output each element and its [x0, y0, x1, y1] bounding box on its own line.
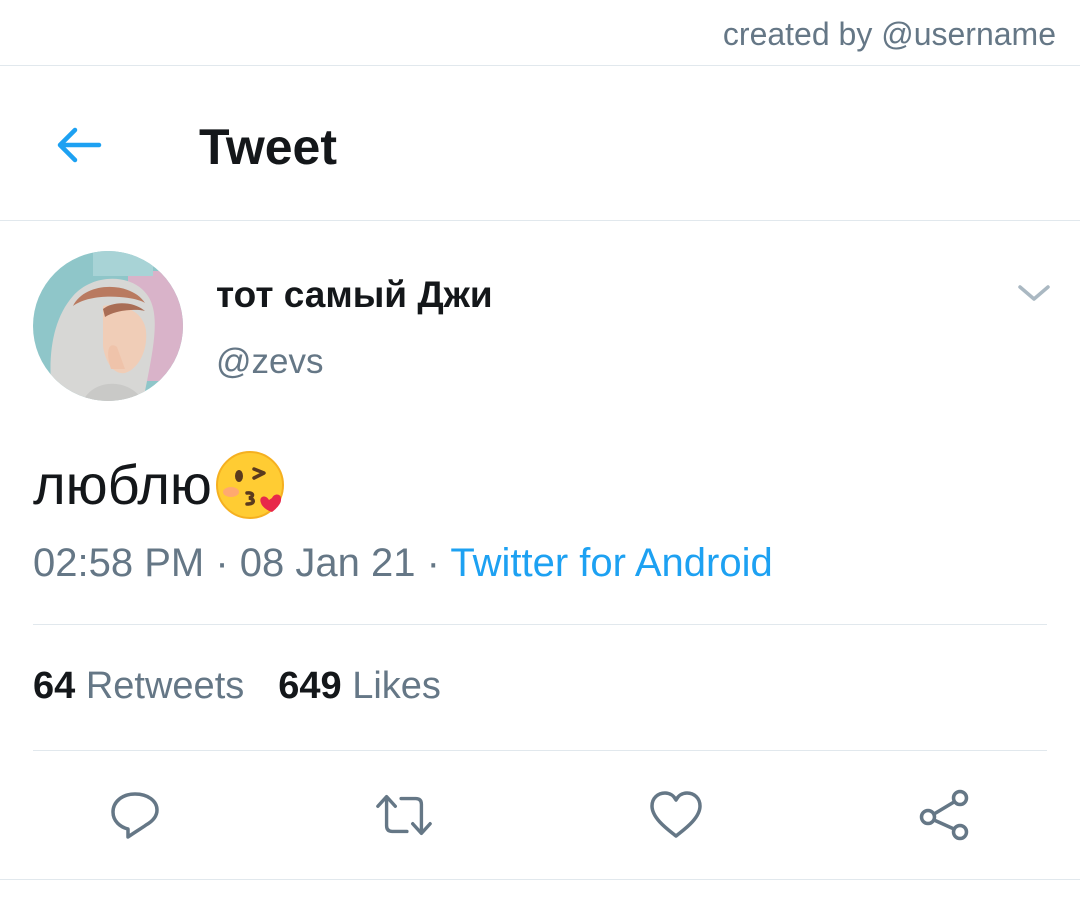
likes-label: Likes [352, 665, 441, 707]
tweet-date: 08 Jan 21 [239, 541, 416, 585]
display-name[interactable]: тот самый Джи [216, 274, 493, 316]
likes-stat[interactable]: 649 Likes [278, 665, 441, 707]
like-button[interactable] [646, 785, 706, 845]
tweet-menu-button[interactable] [1012, 276, 1056, 310]
back-button[interactable] [46, 118, 110, 172]
tweet-header: Tweet [0, 66, 1080, 221]
chevron-down-icon [1018, 285, 1050, 301]
likes-count: 649 [278, 665, 342, 707]
reply-button[interactable] [105, 785, 165, 845]
share-icon [919, 789, 969, 841]
tweet-actions [0, 751, 1080, 879]
reply-icon [111, 792, 159, 839]
tweet-time: 02:58 PM [33, 541, 205, 585]
tweet-meta: 02:58 PM · 08 Jan 21 · Twitter for Andro… [33, 541, 773, 586]
retweets-label: Retweets [85, 665, 245, 707]
share-button[interactable] [914, 785, 974, 845]
tweet-body: люблю [33, 452, 212, 516]
tweet-text: люблю [33, 448, 286, 520]
divider [0, 879, 1080, 880]
user-handle[interactable]: @zevs [216, 342, 324, 382]
face-blowing-kiss-emoji [215, 451, 284, 519]
page-title: Tweet [199, 119, 337, 175]
retweets-count: 64 [33, 665, 76, 707]
avatar[interactable] [33, 251, 183, 401]
meta-separator: · [426, 541, 440, 585]
like-icon [650, 791, 702, 838]
tweet-stats: 64 Retweets 649 Likes [33, 665, 441, 708]
arrow-left-icon [57, 127, 102, 163]
retweet-icon [376, 794, 432, 836]
credit-bar: created by @username [0, 0, 1080, 66]
tweet-source-link[interactable]: Twitter for Android [450, 541, 772, 585]
retweets-stat[interactable]: 64 Retweets [33, 665, 244, 707]
divider [33, 624, 1047, 625]
credit-text: created by @username [722, 16, 1056, 52]
meta-separator: · [215, 541, 229, 585]
retweet-button[interactable] [374, 785, 434, 845]
